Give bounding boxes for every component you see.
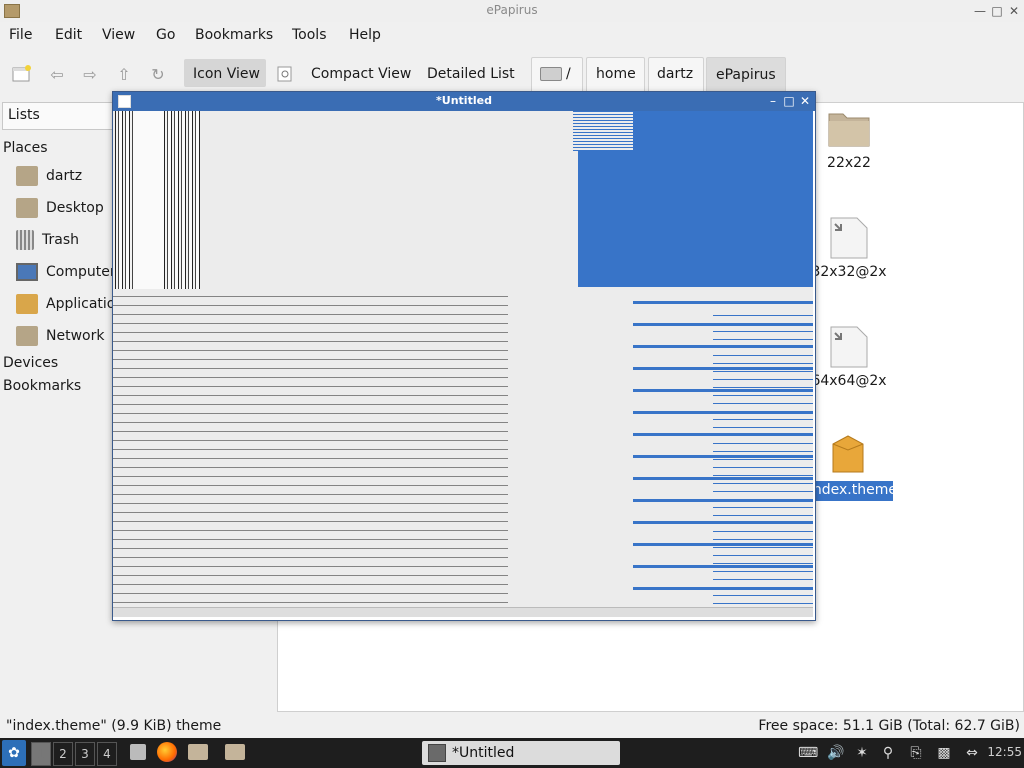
untitled-title: *Untitled: [436, 94, 492, 107]
sidebar-item-computer[interactable]: Computer: [16, 260, 116, 284]
untitled-titlebar[interactable]: *Untitled – □ ✕: [113, 92, 815, 111]
package-icon: [832, 435, 864, 473]
menu-help[interactable]: Help: [349, 27, 381, 43]
network-folder-icon: [16, 326, 38, 346]
editor-task-icon: [428, 744, 446, 762]
search-icon[interactable]: ⚲: [878, 743, 898, 763]
firefox-icon[interactable]: [157, 742, 177, 762]
sidebar-item-label: dartz: [46, 168, 83, 184]
window-titlebar[interactable]: ePapirus — □ ✕: [0, 0, 1024, 22]
symlink-file-icon: [830, 217, 868, 259]
file-manager-launcher-icon[interactable]: [188, 744, 208, 760]
sidebar-item-label: Computer: [46, 264, 116, 280]
applications-icon: [16, 294, 38, 314]
glitched-canvas: [113, 111, 813, 617]
start-menu-icon[interactable]: ✿: [2, 740, 26, 766]
workspace-4[interactable]: 4: [97, 742, 117, 766]
glitch-text-noise: [113, 291, 508, 613]
up-icon[interactable]: ⇧: [112, 62, 136, 86]
compact-view-icon[interactable]: [273, 62, 297, 86]
path-home-label: home: [596, 66, 636, 82]
window-title: ePapirus: [486, 3, 538, 17]
glitch-blue-streaks-2: [713, 311, 813, 611]
reload-icon[interactable]: ↻: [146, 62, 170, 86]
menu-view[interactable]: View: [102, 27, 135, 43]
compact-view-button[interactable]: Compact View: [311, 66, 411, 82]
devices-header[interactable]: Devices: [3, 355, 58, 371]
untitled-window[interactable]: *Untitled – □ ✕: [112, 91, 816, 621]
menu-file[interactable]: File: [9, 27, 32, 43]
untitled-minimize-button[interactable]: –: [766, 93, 780, 109]
untitled-maximize-button[interactable]: □: [782, 93, 796, 109]
workspace-2[interactable]: 2: [53, 742, 73, 766]
sidebar-item-network[interactable]: Network: [16, 324, 104, 348]
trash-icon: [16, 230, 34, 250]
sidebar-item-label: Network: [46, 328, 105, 344]
menu-go[interactable]: Go: [156, 27, 175, 43]
minimize-button[interactable]: —: [972, 3, 988, 19]
menu-bar: File Edit View Go Bookmarks Tools Help: [0, 22, 1024, 50]
places-header: Places: [3, 140, 48, 156]
clipboard-icon[interactable]: ⎘: [906, 743, 926, 763]
clock[interactable]: 12:55: [987, 745, 1022, 759]
menu-tools[interactable]: Tools: [292, 27, 327, 43]
sidebar-item-trash[interactable]: Trash: [16, 228, 79, 252]
detailed-list-button[interactable]: Detailed List: [427, 66, 515, 82]
menu-bookmarks[interactable]: Bookmarks: [195, 27, 273, 43]
path-epapirus-label: ePapirus: [716, 67, 776, 83]
network-icon[interactable]: ⇔: [962, 743, 982, 763]
file-name: index.theme: [809, 482, 897, 498]
home-folder-icon: [16, 166, 38, 186]
folder-icon: [828, 113, 870, 147]
icon-view-label: Icon View: [193, 66, 260, 82]
symlink-file-icon: [830, 326, 868, 368]
forward-icon[interactable]: ⇨: [78, 62, 102, 86]
path-dartz-label: dartz: [657, 66, 694, 82]
sidebar-view-selector[interactable]: Lists: [2, 102, 116, 130]
horizontal-scrollbar[interactable]: [113, 607, 813, 617]
sidebar-item-dartz[interactable]: dartz: [16, 164, 82, 188]
back-icon[interactable]: ⇦: [45, 62, 69, 86]
close-button[interactable]: ✕: [1006, 3, 1022, 19]
task-label: *Untitled: [452, 745, 515, 761]
status-selection: "index.theme" (9.9 KiB) theme: [6, 718, 222, 734]
workspace-3[interactable]: 3: [75, 742, 95, 766]
sidebar-item-desktop[interactable]: Desktop: [16, 196, 104, 220]
bluetooth-icon[interactable]: ✶: [852, 743, 872, 763]
task-untitled[interactable]: *Untitled: [422, 741, 620, 765]
sidebar-item-label: Trash: [42, 232, 79, 248]
path-root-label: /: [566, 66, 571, 82]
volume-icon[interactable]: 🔊: [826, 743, 846, 763]
menu-edit[interactable]: Edit: [55, 27, 82, 43]
desktop-folder-icon: [16, 198, 38, 218]
keyboard-icon[interactable]: ⌨: [798, 743, 818, 763]
glitch-blue-lines-top: [573, 111, 633, 151]
status-free-space: Free space: 51.1 GiB (Total: 62.7 GiB): [758, 718, 1020, 734]
folder-launcher-icon[interactable]: [225, 744, 245, 760]
bookmarks-header[interactable]: Bookmarks: [3, 378, 81, 394]
untitled-close-button[interactable]: ✕: [798, 93, 812, 109]
show-desktop-icon[interactable]: [130, 744, 146, 760]
maximize-button[interactable]: □: [989, 3, 1005, 19]
keyboard-layout-icon[interactable]: ▩: [934, 743, 954, 763]
computer-icon: [16, 263, 38, 281]
new-window-icon[interactable]: [10, 62, 34, 86]
sidebar-item-label: Desktop: [46, 200, 104, 216]
sidebar-selector-label: Lists: [8, 107, 40, 123]
workspace-1[interactable]: 1: [31, 742, 51, 766]
glitch-gap: [133, 111, 161, 289]
drive-icon: [540, 67, 562, 81]
